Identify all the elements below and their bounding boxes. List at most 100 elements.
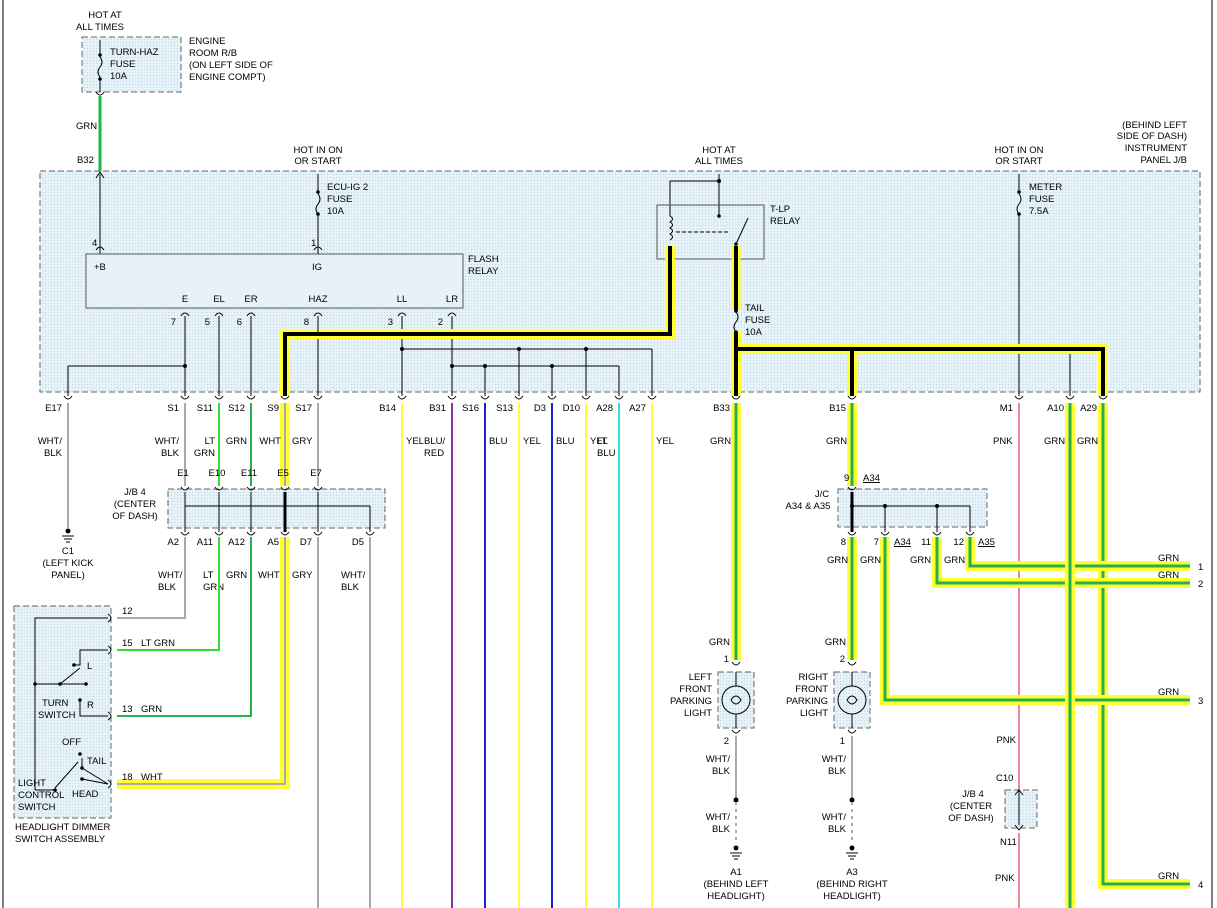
ecu-ig2-3: 10A [327, 206, 345, 217]
light-ctrl-1: LIGHT [18, 778, 46, 789]
connector-symbol [214, 531, 224, 536]
parking-lights: 1GRN2LEFTFRONTPARKINGLIGHTWHT/BLKWHT/BLK… [670, 637, 888, 902]
left-parking-light-wire-top: GRN [709, 637, 730, 648]
hot-at-all-times-2: ALL TIMES [76, 22, 124, 33]
engine-room-label-1: ENGINE [189, 36, 225, 47]
flash-pin-name-er: ER [244, 294, 257, 305]
right-parking-light-label: PARKING [786, 696, 828, 707]
wire-label-e17: BLK [44, 448, 63, 459]
flash-pin-num-5: 5 [205, 317, 210, 328]
connector-symbol [847, 395, 857, 400]
left-parking-light-ground-desc: (BEHIND LEFT [704, 879, 769, 890]
conn-b33: B33 [713, 403, 730, 414]
right-output-num-3: 3 [1198, 696, 1203, 707]
conn-a28: A28 [596, 403, 613, 414]
tlp-relay-2: RELAY [770, 216, 801, 227]
tail-fuse-1: TAIL [745, 303, 764, 314]
wire-label-b31: RED [424, 448, 444, 459]
connector-symbol [647, 395, 657, 400]
right-output-num-2: 2 [1198, 579, 1203, 590]
c1-label: C1 [62, 546, 74, 557]
connector-symbol [731, 395, 741, 400]
connector-symbol [214, 395, 224, 400]
right-output-wire-2: GRN [1158, 570, 1179, 581]
ipjb-label-2: SIDE OF DASH) [1117, 131, 1187, 142]
jc-a35-bottom: A35 [978, 537, 995, 548]
wire-label-b33: GRN [710, 436, 731, 447]
connector-symbol [965, 531, 975, 536]
flash-pin-num-8: 8 [304, 317, 309, 328]
connector-symbol [514, 395, 524, 400]
connector-symbol [280, 531, 290, 536]
jb4-top-e10: E10 [209, 468, 226, 479]
c10-desc-2: (CENTER [950, 801, 992, 812]
jb4-top-e1: E1 [177, 468, 189, 479]
assembly-2: SWITCH ASSEMBLY [15, 834, 106, 845]
flash-relay-label-2: RELAY [468, 266, 499, 277]
jb4-bottom-d5: D5 [352, 537, 364, 548]
ecu-ig2-1: ECU-IG 2 [327, 182, 368, 193]
right-parking-light-wire-bottom: BLK [828, 766, 847, 777]
flash-pin1: 1 [311, 238, 316, 249]
hot-in-on-2a: HOT IN ON [995, 145, 1044, 156]
left-parking-light-pin-bottom: 2 [724, 736, 729, 747]
ecu-ig2-2: FUSE [327, 194, 352, 205]
flash-pin-num-7: 7 [171, 317, 176, 328]
hot-in-on-1a: HOT IN ON [294, 145, 343, 156]
hot-in-on-1b: OR START [294, 156, 341, 167]
light-ctrl-3: SWITCH [18, 802, 56, 813]
jb4-label-2: (CENTER [114, 499, 156, 510]
wiring-diagram: HOT AT ALL TIMES TURN-HAZ FUSE 10A ENGIN… [2, 0, 1213, 908]
right-parking-light-label: FRONT [795, 684, 828, 695]
wire-label-s1: BLK [161, 448, 180, 459]
jc-a34-bottom: A34 [894, 537, 911, 548]
right-parking-light-pin-top: 2 [840, 654, 845, 665]
connector-symbol [63, 395, 73, 400]
wire-label-s13: YEL [523, 436, 541, 447]
wire-label-a29: GRN [1077, 436, 1098, 447]
jc-pin-11: 11 [921, 537, 931, 548]
connector-symbol [313, 531, 323, 536]
jb4-label-1: J/B 4 [124, 487, 146, 498]
conn-s9: S9 [267, 403, 279, 414]
left-parking-light-label: LEFT [689, 672, 712, 683]
connector-symbol [731, 729, 741, 734]
conn-b15: B15 [829, 403, 846, 414]
wire-label-m1: PNK [993, 436, 1013, 447]
wire-label-d3: BLU [556, 436, 575, 447]
wire-label-s12: GRN [226, 436, 247, 447]
c10-desc-3: OF DASH) [948, 813, 993, 824]
right-parking-light-wire-bottom2: WHT/ [822, 812, 847, 823]
conn-s16: S16 [462, 403, 479, 414]
jb4-bottom-d7: D7 [300, 537, 312, 548]
left-parking-light-label: LIGHT [684, 708, 712, 719]
wire-label-b15: GRN [826, 436, 847, 447]
jc-label-1: J/C [815, 489, 829, 500]
turn-switch-2: SWITCH [38, 710, 76, 721]
meter-fuse-1: METER [1029, 182, 1062, 193]
flash-pin-name-e: E [182, 294, 188, 305]
turn-haz-fuse-3: 10A [110, 71, 128, 82]
c1-desc-1: (LEFT KICK [42, 558, 94, 569]
wire-label-a28: BLU [597, 448, 616, 459]
jc-output-wires [847, 537, 1190, 908]
wire-label-b14: YEL [406, 436, 424, 447]
jb4-wire-label: GRN [203, 582, 224, 593]
left-parking-light-wire-bottom: WHT/ [706, 754, 731, 765]
b32-label: B32 [77, 155, 94, 166]
flash-pin-name-ll: LL [397, 294, 408, 305]
flash-relay-label-1: FLASH [468, 254, 499, 265]
meter-fuse-2: FUSE [1029, 194, 1054, 205]
wire-label-e17: WHT/ [38, 436, 63, 447]
wire-label-s16: BLU [489, 436, 508, 447]
c10-desc-1: J/B 4 [962, 789, 984, 800]
connector-symbol [180, 531, 190, 536]
jb4-bottom-a11: A11 [197, 537, 213, 548]
left-parking-light-wire-bottom2: BLK [712, 824, 731, 835]
conn-s11: S11 [197, 403, 213, 414]
jc-box [837, 488, 988, 528]
wire-label-s11: LT [205, 436, 216, 447]
engine-room-label-2: ROOM R/B [189, 48, 237, 59]
conn-s13: S13 [496, 403, 513, 414]
wire-labels-row1: WHT/BLKWHT/BLKLTGRNGRN WHT GRY YEL BLU/REDBL… [38, 436, 1099, 459]
